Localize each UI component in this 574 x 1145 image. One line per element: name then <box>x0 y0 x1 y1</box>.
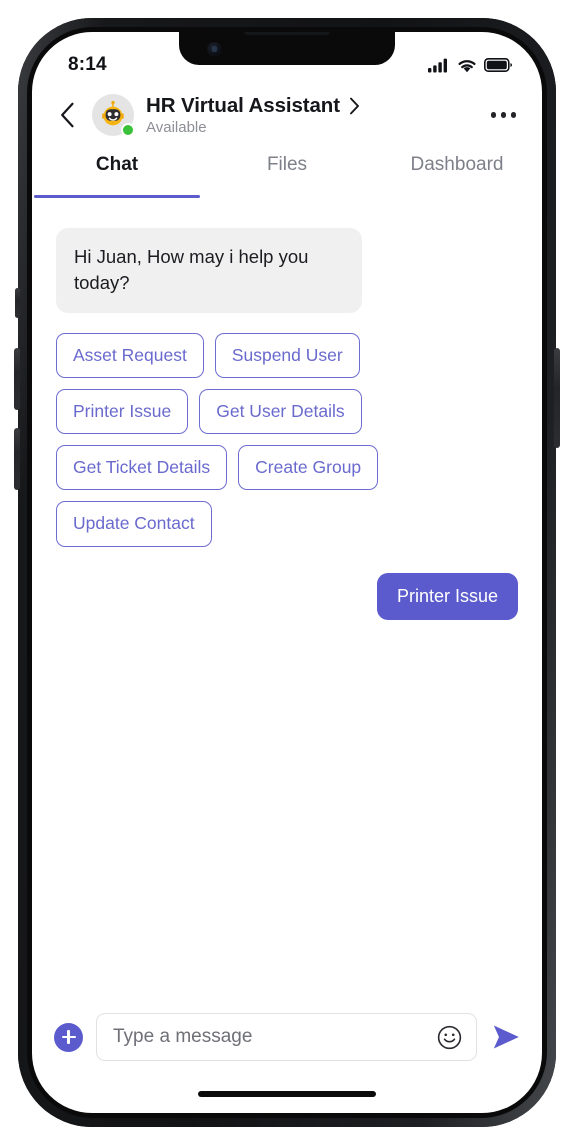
chevron-right-icon <box>350 97 359 115</box>
more-horizontal-icon <box>500 112 506 118</box>
tab-dashboard[interactable]: Dashboard <box>372 150 542 198</box>
volume-down-button[interactable] <box>14 428 20 490</box>
quick-reply-chip[interactable]: Update Contact <box>56 501 212 547</box>
tab-bar: Chat Files Dashboard <box>32 150 542 198</box>
message-input-placeholder: Type a message <box>113 1026 253 1047</box>
status-icons <box>428 58 512 73</box>
message-composer: Type a message <box>32 1007 542 1067</box>
incoming-message-bubble: Hi Juan, How may i help you today? <box>56 228 362 313</box>
quick-reply-chip[interactable]: Get Ticket Details <box>56 445 228 491</box>
battery-icon <box>484 58 512 72</box>
home-indicator <box>198 1091 376 1097</box>
more-options-button[interactable] <box>489 102 519 128</box>
tab-files[interactable]: Files <box>202 150 372 198</box>
presence-label: Available <box>146 119 207 136</box>
phone-screen: 8:14 HR Virtual Assistant Available Chat… <box>32 32 542 1113</box>
smiley-icon[interactable] <box>437 1025 462 1050</box>
front-camera <box>207 42 222 57</box>
volume-up-button[interactable] <box>14 348 20 410</box>
more-horizontal-icon <box>510 112 516 118</box>
page-title: HR Virtual Assistant <box>146 94 340 117</box>
message-list: Hi Juan, How may i help you today? Asset… <box>32 198 542 1007</box>
chat-header: HR Virtual Assistant Available <box>32 84 542 146</box>
chevron-left-icon <box>60 102 74 128</box>
notch <box>179 32 395 65</box>
status-time: 8:14 <box>68 54 107 75</box>
quick-reply-chip[interactable]: Get User Details <box>199 388 362 435</box>
online-status-dot <box>121 123 135 137</box>
quick-reply-chip[interactable]: Printer Issue <box>56 388 189 435</box>
outgoing-message-row: Printer Issue <box>56 572 518 621</box>
header-title-row[interactable]: HR Virtual Assistant <box>146 94 489 118</box>
quick-reply-group: Asset Request Suspend User Printer Issue… <box>56 332 396 547</box>
header-texts: HR Virtual Assistant Available <box>146 94 489 136</box>
signal-icon <box>428 58 447 72</box>
send-button[interactable] <box>490 1021 522 1053</box>
avatar[interactable] <box>92 94 135 137</box>
add-attachment-button[interactable] <box>54 1022 83 1052</box>
quick-reply-chip[interactable]: Asset Request <box>56 332 204 378</box>
wifi-icon <box>458 59 476 72</box>
back-button[interactable] <box>52 97 82 133</box>
message-input[interactable]: Type a message <box>96 1013 477 1061</box>
phone-frame: 8:14 HR Virtual Assistant Available Chat… <box>14 18 560 1127</box>
outgoing-message-bubble: Printer Issue <box>376 572 518 621</box>
tab-chat[interactable]: Chat <box>32 150 202 198</box>
more-horizontal-icon <box>490 112 496 118</box>
silent-switch[interactable] <box>15 288 20 318</box>
quick-reply-chip[interactable]: Suspend User <box>214 332 360 378</box>
quick-reply-chip[interactable]: Create Group <box>238 445 379 491</box>
power-button[interactable] <box>554 348 560 448</box>
earpiece-speaker <box>244 32 330 35</box>
